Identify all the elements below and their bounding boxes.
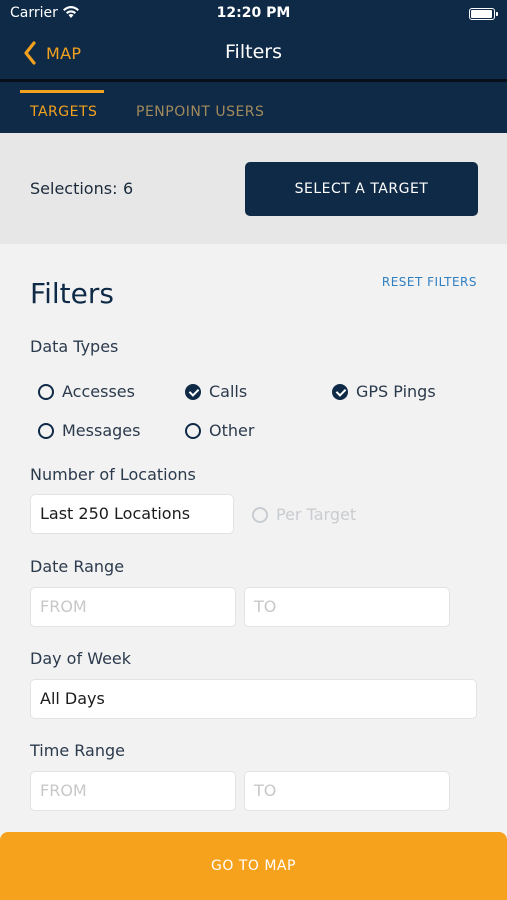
date-from-field[interactable]: FROM <box>30 587 236 627</box>
checkbox-gps-pings[interactable]: GPS Pings <box>332 382 436 401</box>
selection-panel: Selections: 6 SELECT A TARGET <box>0 133 507 244</box>
checkbox-accesses[interactable]: Accesses <box>38 382 135 401</box>
day-of-week-select[interactable]: All Days <box>30 679 477 719</box>
status-bar: Carrier 12:20 PM <box>0 0 507 28</box>
active-tab-indicator <box>20 90 104 93</box>
selections-label: Selections: <box>30 179 118 198</box>
tab-bar: TARGETS PENPOINT USERS <box>0 82 507 133</box>
checkbox-calls[interactable]: Calls <box>185 382 247 401</box>
number-of-locations-label: Number of Locations <box>30 465 196 484</box>
checkmark-circle-icon <box>185 383 201 400</box>
time-to-field[interactable]: TO <box>244 771 450 811</box>
checkbox-per-target: Per Target <box>252 505 356 524</box>
reset-filters-link[interactable]: RESET FILTERS <box>382 275 477 289</box>
date-to-field[interactable]: TO <box>244 587 450 627</box>
checkmark-circle-icon <box>332 383 348 400</box>
checkbox-label: Per Target <box>276 505 357 524</box>
select-target-button[interactable]: SELECT A TARGET <box>245 162 478 216</box>
checkbox-label: Messages <box>62 421 141 440</box>
radio-circle-icon <box>38 422 54 439</box>
radio-circle-icon <box>185 422 201 439</box>
checkbox-other[interactable]: Other <box>185 421 254 440</box>
checkbox-label: Other <box>209 421 255 440</box>
status-time: 12:20 PM <box>216 5 291 21</box>
day-of-week-label: Day of Week <box>30 649 132 668</box>
battery-icon <box>469 8 498 20</box>
checkbox-label: Accesses <box>62 382 135 401</box>
page-title: Filters <box>225 41 282 63</box>
filters-heading: Filters <box>30 277 114 310</box>
checkbox-messages[interactable]: Messages <box>38 421 140 440</box>
data-types-label: Data Types <box>30 337 119 356</box>
navigation-bar: MAP Filters <box>0 28 507 78</box>
radio-circle-icon <box>38 383 54 400</box>
tab-targets[interactable]: TARGETS <box>30 104 97 120</box>
checkbox-label: GPS Pings <box>356 382 436 401</box>
time-from-field[interactable]: FROM <box>30 771 236 811</box>
selections-count: 6 <box>123 179 134 198</box>
checkbox-label: Calls <box>209 382 248 401</box>
time-range-label: Time Range <box>30 741 125 760</box>
tab-penpoint-users[interactable]: PENPOINT USERS <box>136 104 264 120</box>
top-bar: Carrier 12:20 PM MAP Filters <box>0 0 507 79</box>
date-range-label: Date Range <box>30 557 125 576</box>
locations-select[interactable]: Last 250 Locations <box>30 494 234 534</box>
radio-circle-icon <box>252 506 268 523</box>
go-to-map-button[interactable]: GO TO MAP <box>0 832 507 900</box>
